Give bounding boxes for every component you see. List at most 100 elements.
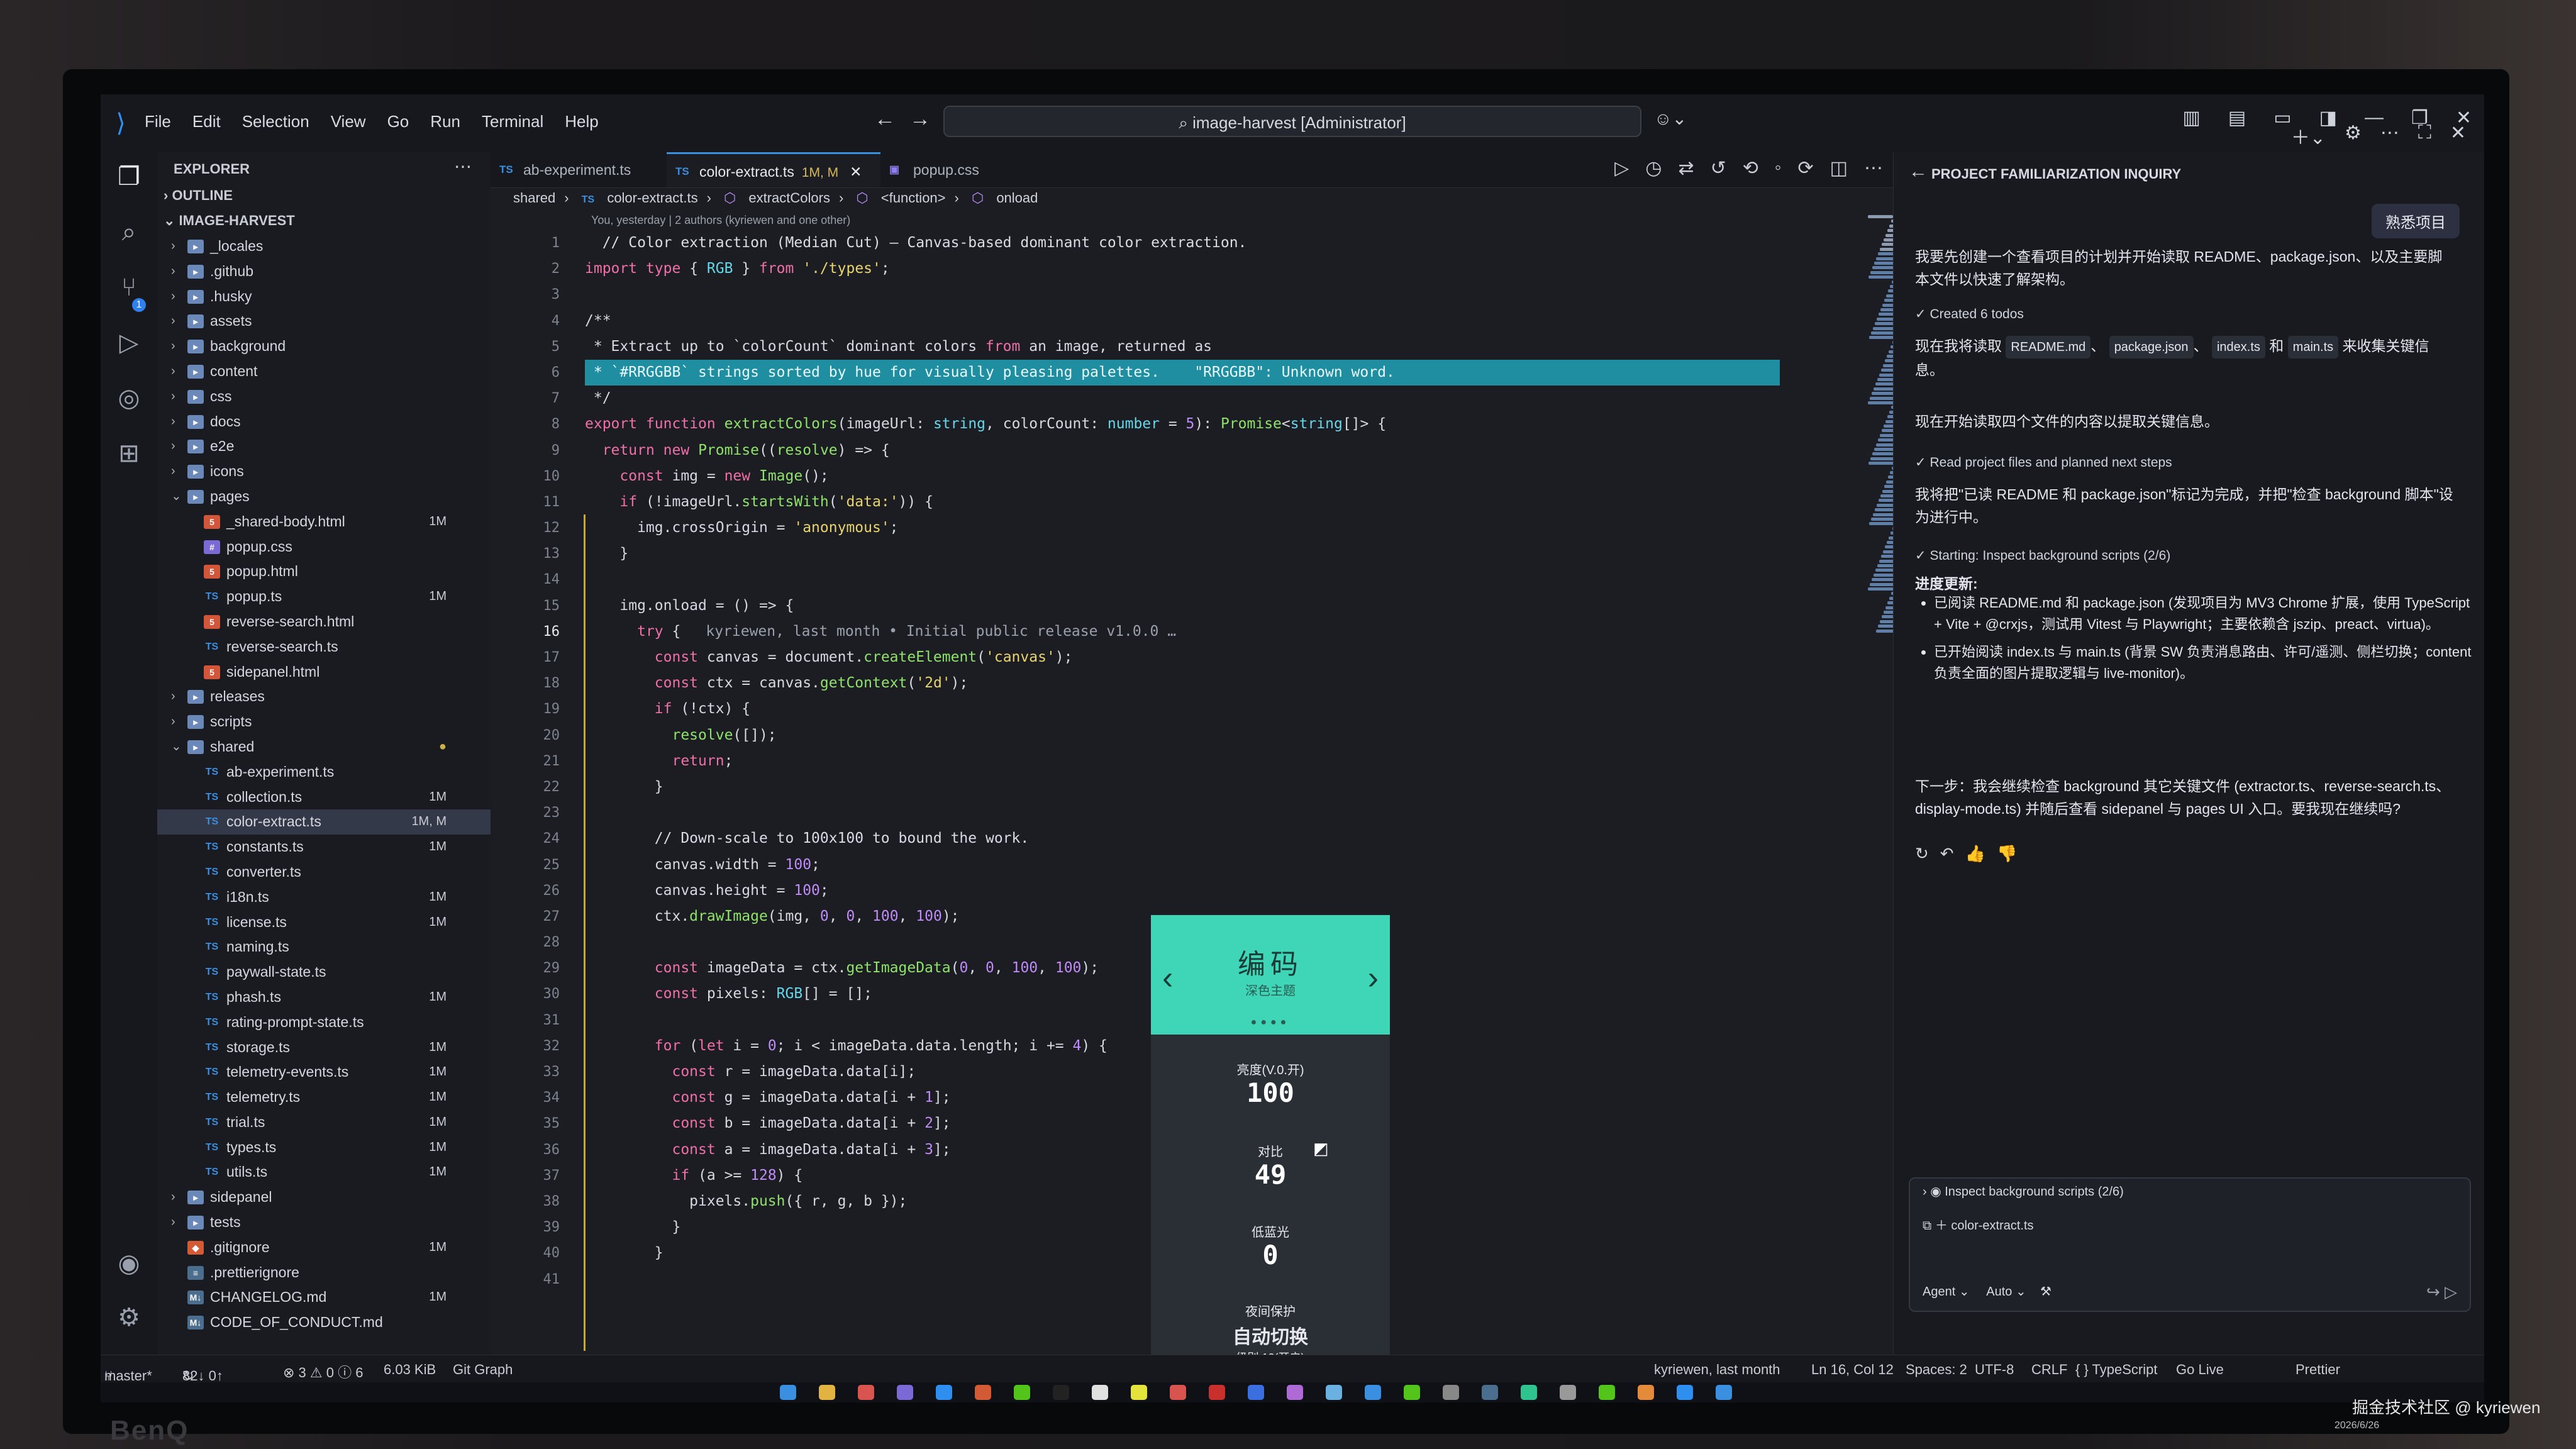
code-line[interactable]: * `#RRGGBB` strings sorted by hue for vi…: [585, 359, 1780, 386]
folder-item[interactable]: › ▸ releases: [157, 684, 491, 709]
menu-item[interactable]: Edit: [192, 112, 221, 131]
breadcrumb-item[interactable]: shared: [513, 190, 555, 206]
more-actions-icon[interactable]: ⋯: [454, 156, 472, 177]
account-icon[interactable]: ◉: [112, 1246, 146, 1280]
taskbar-app-icon[interactable]: [1365, 1385, 1381, 1400]
taskbar-app-icon[interactable]: [1716, 1385, 1732, 1400]
code-line[interactable]: if (!imageUrl.startsWith('data:')) { if …: [585, 489, 1780, 515]
panel-toggle-icon[interactable]: ▭: [2273, 107, 2291, 129]
layout-icon[interactable]: ▥: [2183, 107, 2201, 129]
file-item[interactable]: 5 reverse-search.html: [157, 609, 491, 635]
encoding[interactable]: UTF-8: [1975, 1362, 2014, 1378]
folder-item[interactable]: › ▸ tests: [157, 1210, 491, 1235]
brightness-value[interactable]: 100: [1151, 1077, 1390, 1108]
step-status[interactable]: ✓ Starting: Inspect background scripts (…: [1915, 545, 2456, 567]
taskbar-app-icon[interactable]: [897, 1385, 913, 1400]
project-root[interactable]: ⌄ IMAGE-HARVEST: [164, 213, 295, 229]
taskbar-app-icon[interactable]: [780, 1385, 796, 1400]
menu-item[interactable]: Go: [387, 112, 409, 131]
taskbar-app-icon[interactable]: [1638, 1385, 1654, 1400]
blame-status[interactable]: kyriewen, last month: [1654, 1362, 1780, 1378]
tab-popup-css[interactable]: ▣ popup.css: [880, 152, 1031, 187]
taskbar-app-icon[interactable]: [1443, 1385, 1459, 1400]
bluelight-value[interactable]: 0: [1151, 1240, 1390, 1270]
go-back-icon[interactable]: ⟲: [1743, 157, 1758, 179]
file-item[interactable]: TS trial.ts 1M: [157, 1110, 491, 1135]
folder-item[interactable]: › ▸ .github: [157, 259, 491, 284]
compare-icon[interactable]: ⇄: [1678, 157, 1694, 179]
taskbar-app-icon[interactable]: [1521, 1385, 1537, 1400]
search-icon[interactable]: ⌕: [112, 215, 146, 249]
file-item[interactable]: TS i18n.ts 1M: [157, 885, 491, 910]
attached-file-chip[interactable]: ⧉ ＋ color-extract.ts: [1923, 1215, 2034, 1233]
file-chip-index[interactable]: index.ts: [2211, 336, 2265, 358]
tools-icon[interactable]: ⚒: [2040, 1285, 2051, 1299]
forward-icon[interactable]: ⟳: [1798, 157, 1814, 179]
indentation[interactable]: Spaces: 2: [1906, 1362, 1967, 1378]
file-item[interactable]: TS phash.ts 1M: [157, 985, 491, 1010]
contrast-value[interactable]: 49: [1151, 1159, 1390, 1190]
close-tab-icon[interactable]: ✕: [850, 164, 862, 180]
night-protect-value[interactable]: 自动切换: [1151, 1321, 1390, 1349]
menu-item[interactable]: Help: [565, 112, 598, 131]
file-item[interactable]: TS popup.ts 1M: [157, 584, 491, 609]
file-chip-package[interactable]: package.json: [2109, 336, 2194, 358]
sidebar-toggle-icon[interactable]: ▤: [2228, 107, 2246, 129]
code-line[interactable]: const canvas = document.createElement('c…: [585, 645, 1780, 670]
file-item[interactable]: TS rating-prompt-state.ts: [157, 1010, 491, 1035]
step-status[interactable]: ✓ Read project files and planned next st…: [1915, 452, 2456, 474]
file-item[interactable]: TS utils.ts 1M: [157, 1160, 491, 1185]
folder-item[interactable]: › ▸ .husky: [157, 284, 491, 309]
nav-arrows[interactable]: ←→: [874, 107, 945, 131]
code-line[interactable]: [585, 282, 1780, 308]
code-line[interactable]: canvas.width = 100; canvas.width = 100;: [585, 852, 1780, 878]
file-item[interactable]: # popup.css: [157, 535, 491, 560]
breadcrumb-item[interactable]: onload: [996, 190, 1038, 206]
code-line[interactable]: import type { RGB } from './types';impor…: [585, 256, 1780, 282]
code-line[interactable]: // Color extraction (Median Cut) — Canva…: [585, 230, 1780, 256]
taskbar-app-icon[interactable]: [1131, 1385, 1147, 1400]
split-editor-icon[interactable]: ◫: [1830, 157, 1848, 179]
code-line[interactable]: try { try {kyriewen, last month • Initia…: [585, 619, 1780, 645]
taskbar-app-icon[interactable]: [975, 1385, 991, 1400]
code-line[interactable]: } }: [585, 541, 1780, 567]
back-arrow-icon[interactable]: ←: [1909, 161, 1928, 182]
file-item[interactable]: TS telemetry-events.ts 1M: [157, 1060, 491, 1085]
code-line[interactable]: export function extractColors(imageUrl: …: [585, 411, 1780, 437]
taskbar-app-icon[interactable]: [819, 1385, 835, 1400]
code-line[interactable]: * Extract up to `colorCount` dominant co…: [585, 334, 1780, 360]
file-item[interactable]: M↓ CHANGELOG.md 1M: [157, 1285, 491, 1310]
folder-item[interactable]: › ▸ css: [157, 384, 491, 409]
code-line[interactable]: const img = new Image(); const img = new…: [585, 464, 1780, 489]
file-item[interactable]: 5 popup.html: [157, 559, 491, 584]
changes-icon[interactable]: ◦: [1775, 157, 1782, 179]
taskbar-app-icon[interactable]: [1248, 1385, 1264, 1400]
taskbar-app-icon[interactable]: [858, 1385, 874, 1400]
folder-item[interactable]: › ▸ background: [157, 334, 491, 359]
code-line[interactable]: img.onload = () => { img.onload = () => …: [585, 593, 1780, 619]
code-line[interactable]: canvas.height = 100; canvas.height = 100…: [585, 878, 1780, 904]
new-chat-icon[interactable]: ＋⌄: [2291, 122, 2326, 150]
file-item[interactable]: ◆ .gitignore 1M: [157, 1235, 491, 1260]
taskbar-app-icon[interactable]: [1053, 1385, 1069, 1400]
copilot-icon[interactable]: ☺⌄: [1654, 108, 1687, 129]
menu-item[interactable]: Terminal: [482, 112, 543, 131]
problems-status[interactable]: ⊗ 3 ⚠ 0 ⓘ 6: [283, 1362, 363, 1382]
file-chip-readme[interactable]: README.md: [2006, 336, 2091, 358]
timeline-icon[interactable]: ◷: [1645, 157, 1662, 179]
thumbs-up-icon[interactable]: 👍: [1965, 844, 1997, 863]
code-line[interactable]: /**/**: [585, 308, 1780, 334]
code-line[interactable]: if (!ctx) { if (!ctx) {: [585, 696, 1780, 722]
taskbar-app-icon[interactable]: [936, 1385, 952, 1400]
file-item[interactable]: TS types.ts 1M: [157, 1135, 491, 1160]
run-debug-icon[interactable]: ▷: [112, 326, 146, 360]
taskbar-app-icon[interactable]: [1287, 1385, 1303, 1400]
folder-item[interactable]: ⌄ ▸ pages: [157, 484, 491, 509]
file-item[interactable]: TS reverse-search.ts: [157, 635, 491, 660]
code-line[interactable]: resolve([]); resolve([]);: [585, 723, 1780, 748]
file-item[interactable]: ≡ .prettierignore: [157, 1260, 491, 1285]
folder-item[interactable]: › ▸ content: [157, 359, 491, 384]
taskbar-app-icon[interactable]: [1599, 1385, 1615, 1400]
retry-icon[interactable]: ↻: [1915, 844, 1940, 863]
breadcrumb-item[interactable]: color-extract.ts: [607, 190, 697, 206]
